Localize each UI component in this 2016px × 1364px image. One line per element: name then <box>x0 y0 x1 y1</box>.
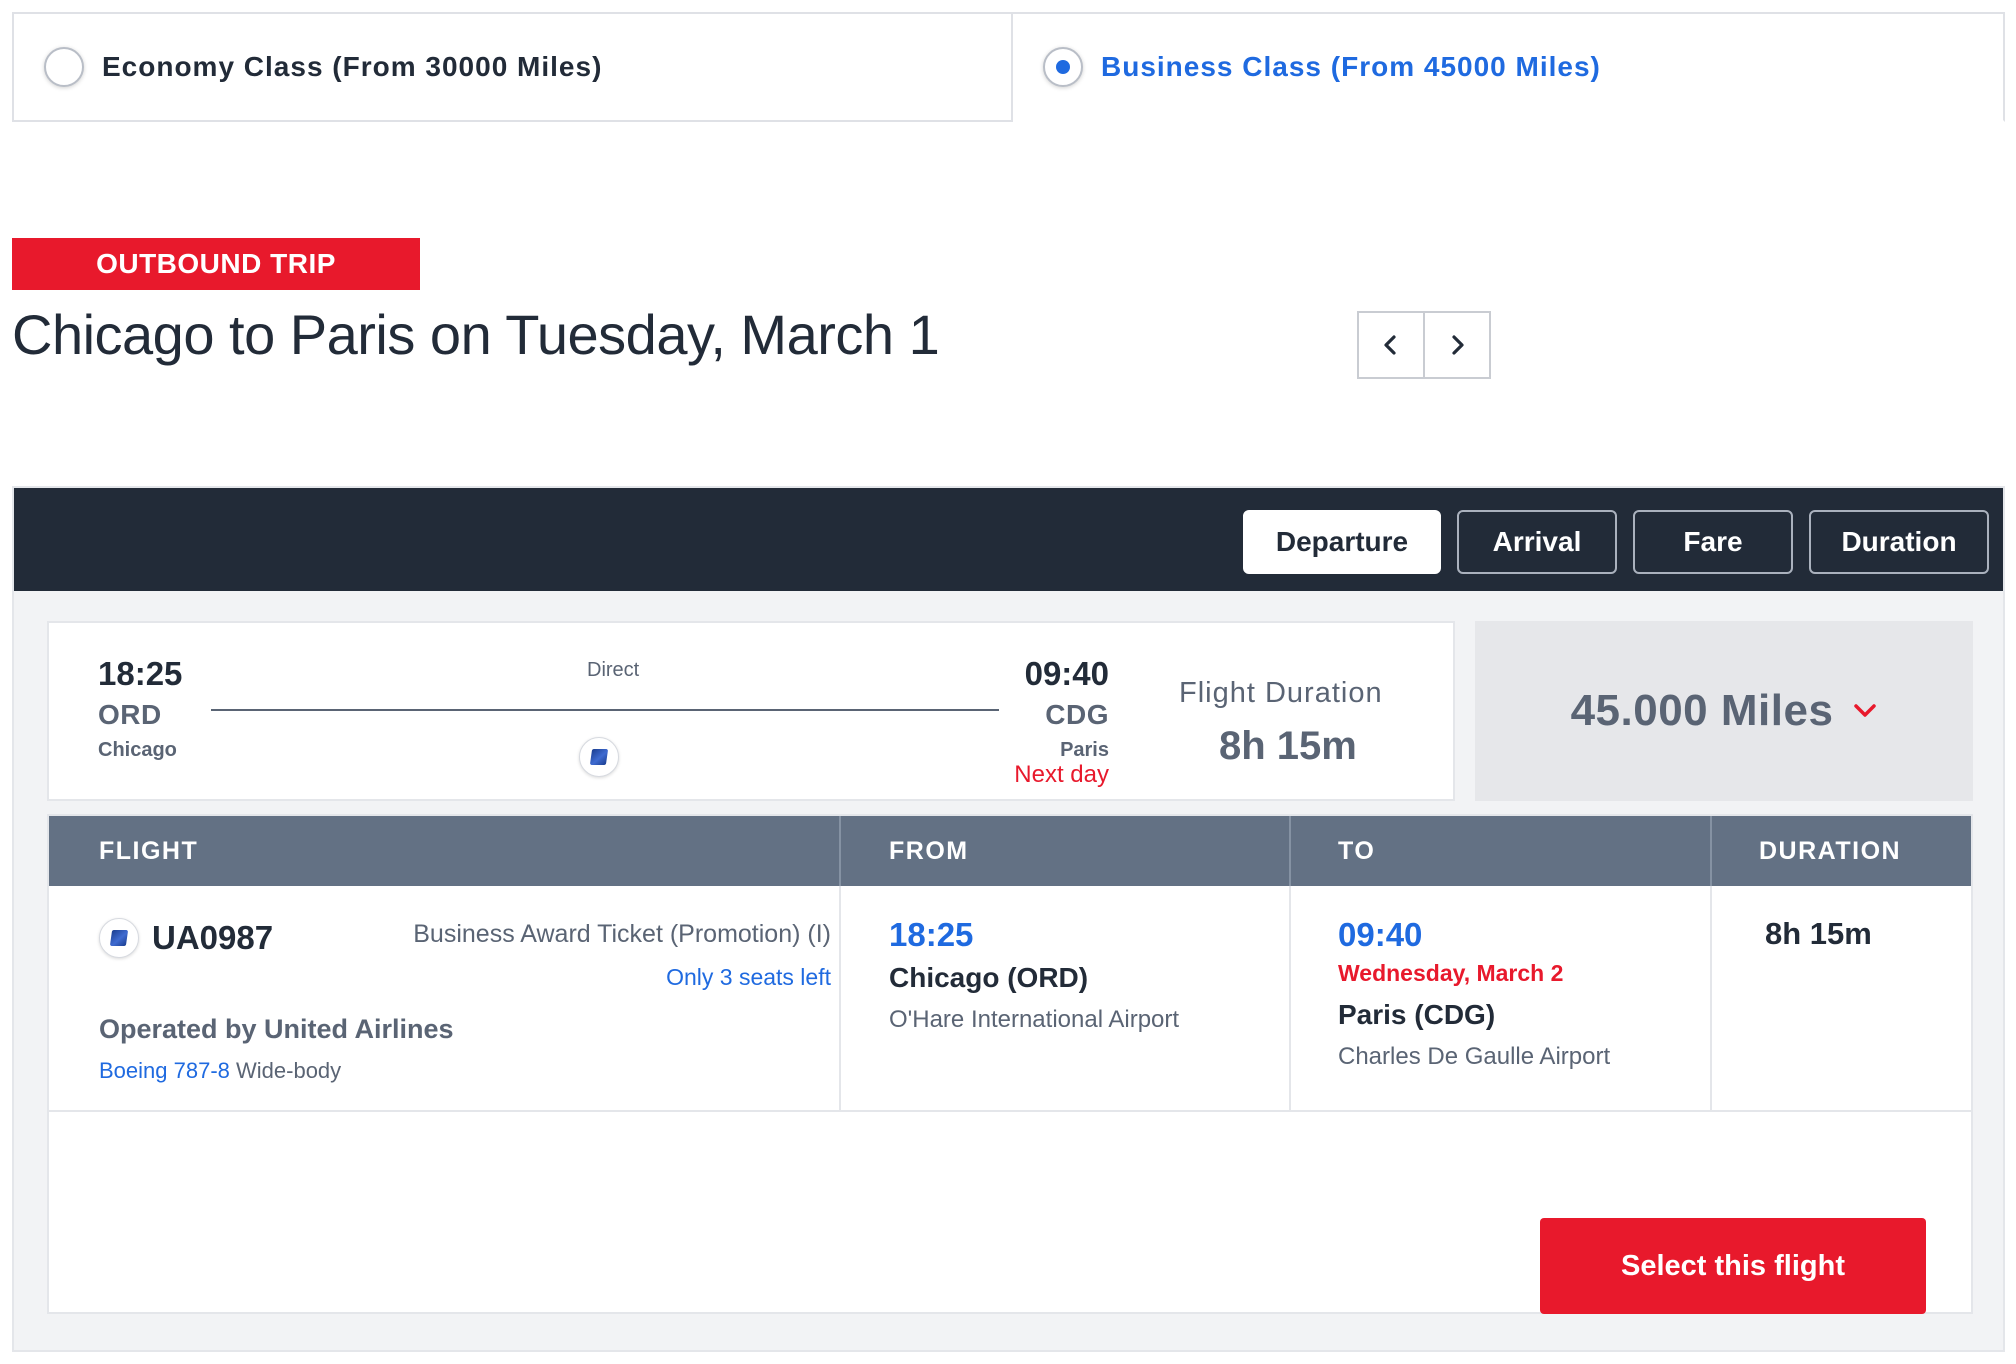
page-title: Chicago to Paris on Tuesday, March 1 <box>12 303 940 366</box>
segment-duration: 8h 15m <box>1765 916 1872 951</box>
fare-name: Business Award Ticket (Promotion) (I) <box>413 920 831 948</box>
segment-arrival-time: 09:40 <box>1338 916 1423 953</box>
flight-duration-label: Flight Duration <box>1179 677 1383 709</box>
economy-radio[interactable] <box>44 47 84 87</box>
business-label: Business Class (From 45000 Miles) <box>1101 51 1601 82</box>
sort-fare-button[interactable]: Fare <box>1633 510 1793 574</box>
united-airlines-logo-icon <box>579 737 619 777</box>
segment-arrival-city: Paris (CDG) <box>1338 999 1496 1030</box>
previous-day-button[interactable] <box>1359 313 1423 377</box>
column-header-to: TO <box>1338 836 1376 865</box>
outbound-trip-badge: OUTBOUND TRIP <box>12 238 420 290</box>
column-header-duration: DURATION <box>1759 836 1902 865</box>
column-header-flight: FLIGHT <box>99 836 199 865</box>
sort-departure-button[interactable]: Departure <box>1243 510 1441 574</box>
aircraft-info: Boeing 787-8 Wide-body <box>99 1058 341 1084</box>
business-radio[interactable] <box>1043 47 1083 87</box>
flight-number: UA0987 <box>152 919 274 956</box>
route-line <box>211 709 999 711</box>
departure-airport-code: ORD <box>98 699 162 730</box>
aircraft-body: Wide-body <box>236 1058 342 1083</box>
arrival-airport-code: CDG <box>1045 699 1109 730</box>
flight-duration-value: 8h 15m <box>1219 724 1357 768</box>
sort-duration-button[interactable]: Duration <box>1809 510 1989 574</box>
next-day-label: Next day <box>1014 761 1109 788</box>
cabin-selector: Economy Class (From 30000 Miles) Busines… <box>12 12 2005 122</box>
chevron-right-icon <box>1452 335 1464 355</box>
seats-left-notice: Only 3 seats left <box>666 964 831 990</box>
economy-label: Economy Class (From 30000 Miles) <box>102 51 603 82</box>
flight-detail-panel: FLIGHT FROM TO DURATION UA0987 Business … <box>47 814 1973 1314</box>
segment-departure-time: 18:25 <box>889 916 974 953</box>
stops-label: Direct <box>587 659 640 681</box>
fare-miles-toggle[interactable]: 45.000 Miles <box>1475 621 1973 801</box>
flight-segment-row: UA0987 Business Award Ticket (Promotion)… <box>49 886 1971 1112</box>
arrival-city: Paris <box>1060 739 1109 761</box>
united-airlines-logo-icon <box>99 918 139 958</box>
segment-departure-airport: O'Hare International Airport <box>889 1006 1180 1033</box>
sort-arrival-button[interactable]: Arrival <box>1457 510 1617 574</box>
sort-bar: Departure Arrival Fare Duration <box>14 488 2003 591</box>
column-header-from: FROM <box>889 836 969 865</box>
detail-table-header: FLIGHT FROM TO DURATION <box>49 816 1971 886</box>
segment-departure-city: Chicago (ORD) <box>889 962 1089 993</box>
segment-arrival-date: Wednesday, March 2 <box>1338 960 1564 986</box>
departure-time: 18:25 <box>98 655 183 692</box>
select-flight-button[interactable]: Select this flight <box>1540 1218 1926 1314</box>
operated-by: Operated by United Airlines <box>99 1014 454 1044</box>
departure-city: Chicago <box>98 739 177 761</box>
flight-summary-card[interactable]: 18:25 ORD Chicago Direct 09:40 CDG Paris… <box>47 621 1455 801</box>
cabin-option-business[interactable]: Business Class (From 45000 Miles) <box>1013 12 2005 122</box>
chevron-left-icon <box>1384 335 1396 355</box>
aircraft-type-link[interactable]: Boeing 787-8 <box>99 1058 230 1083</box>
fare-miles: 45.000 Miles <box>1570 686 1834 735</box>
segment-arrival-airport: Charles De Gaulle Airport <box>1338 1043 1611 1070</box>
arrival-time: 09:40 <box>1024 655 1109 692</box>
date-navigation <box>1357 311 1491 379</box>
flight-results-panel: Departure Arrival Fare Duration 18:25 OR… <box>12 486 2005 1352</box>
cabin-option-economy[interactable]: Economy Class (From 30000 Miles) <box>12 12 1013 122</box>
next-day-button[interactable] <box>1423 313 1489 377</box>
chevron-down-icon <box>1854 704 1877 717</box>
